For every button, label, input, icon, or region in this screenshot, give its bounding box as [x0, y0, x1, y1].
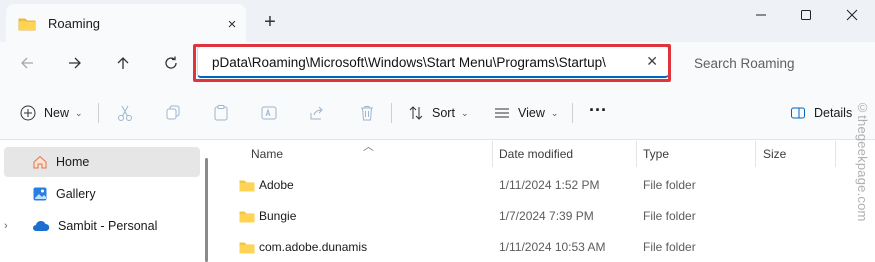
column-header-size[interactable]: Size — [763, 147, 786, 161]
up-button[interactable] — [109, 50, 137, 76]
delete-button[interactable] — [356, 102, 378, 124]
file-list: ︿ Name Date modified Type Size Adobe 1/1… — [213, 141, 875, 262]
close-icon — [846, 9, 858, 21]
back-button[interactable] — [13, 50, 41, 76]
minimize-button[interactable] — [738, 0, 784, 30]
command-bar: New ⌄ Sort ⌄ View ⌄ ··· Details — [0, 84, 875, 140]
arrow-up-icon — [117, 57, 129, 69]
table-row[interactable]: com.adobe.dunamis 1/11/2024 10:53 AM Fil… — [213, 232, 875, 262]
rename-icon — [261, 106, 277, 120]
column-divider[interactable] — [755, 141, 756, 167]
file-name: com.adobe.dunamis — [259, 240, 368, 254]
nav-item-label: Sambit - Personal — [58, 219, 158, 233]
nav-item-home[interactable]: Home — [4, 147, 200, 177]
sort-ascending-icon: ︿ — [363, 141, 374, 153]
sort-label: Sort — [432, 106, 455, 120]
column-divider[interactable] — [492, 141, 493, 167]
nav-item-gallery[interactable]: Gallery — [4, 179, 200, 209]
nav-item-onedrive[interactable]: › Sambit - Personal — [4, 211, 200, 241]
details-button[interactable]: Details — [790, 101, 852, 125]
tab-title: Roaming — [48, 16, 101, 31]
file-date: 1/7/2024 7:39 PM — [499, 209, 594, 223]
file-date: 1/11/2024 1:52 PM — [499, 178, 600, 192]
file-name: Bungie — [259, 209, 297, 223]
tab-close-icon[interactable]: × — [220, 12, 244, 36]
view-list-icon — [495, 108, 509, 118]
arrow-right-icon — [69, 57, 81, 69]
column-divider[interactable] — [835, 141, 836, 167]
search-input[interactable]: Search Roaming — [686, 50, 875, 78]
sort-button[interactable]: Sort ⌄ — [408, 101, 468, 125]
chevron-down-icon: ⌄ — [75, 107, 83, 118]
plus-circle-icon — [20, 105, 36, 121]
sort-icon — [409, 106, 423, 120]
folder-icon — [239, 241, 255, 257]
chevron-down-icon: ⌄ — [550, 107, 559, 118]
forward-button[interactable] — [61, 50, 89, 76]
tab-roaming[interactable]: Roaming × — [6, 4, 246, 42]
file-type: File folder — [643, 209, 696, 223]
nav-item-label: Gallery — [56, 187, 96, 201]
title-bar: Roaming × + — [0, 0, 875, 42]
refresh-button[interactable] — [157, 50, 185, 76]
more-options-button[interactable]: ··· — [589, 98, 607, 122]
rename-button[interactable] — [258, 102, 280, 124]
divider — [98, 103, 99, 123]
refresh-icon — [165, 56, 177, 69]
copy-icon — [166, 105, 180, 120]
new-button[interactable]: New ⌄ — [20, 101, 83, 125]
folder-icon — [239, 210, 255, 226]
cloud-icon — [33, 220, 50, 231]
column-header-type[interactable]: Type — [643, 147, 669, 161]
scissors-icon — [118, 105, 132, 121]
maximize-icon — [801, 10, 811, 20]
view-label: View — [518, 106, 545, 120]
nav-scrollbar[interactable] — [205, 158, 208, 262]
new-tab-button[interactable]: + — [258, 10, 282, 34]
folder-icon — [18, 17, 36, 34]
close-window-button[interactable] — [829, 0, 875, 30]
file-date: 1/11/2024 10:53 AM — [499, 240, 606, 254]
share-button[interactable] — [306, 102, 328, 124]
chevron-down-icon: ⌄ — [460, 107, 469, 118]
arrow-left-icon — [21, 57, 33, 69]
folder-icon — [239, 179, 255, 195]
column-divider[interactable] — [636, 141, 637, 167]
table-row[interactable]: Bungie 1/7/2024 7:39 PM File folder — [213, 201, 875, 232]
table-row[interactable]: Adobe 1/11/2024 1:52 PM File folder — [213, 170, 875, 201]
clipboard-icon — [214, 105, 228, 121]
column-header-name[interactable]: Name — [251, 147, 283, 161]
maximize-button[interactable] — [783, 0, 829, 30]
nav-item-label: Home — [56, 155, 90, 169]
column-header-date[interactable]: Date modified — [499, 147, 573, 161]
highlight-box — [193, 44, 671, 82]
new-label: New — [44, 106, 70, 120]
file-name: Adobe — [259, 178, 294, 192]
search-placeholder: Search Roaming — [694, 56, 795, 71]
copy-button[interactable] — [162, 102, 184, 124]
file-type: File folder — [643, 178, 696, 192]
share-icon — [310, 106, 323, 120]
trash-icon — [361, 106, 373, 121]
details-pane-icon — [791, 107, 805, 119]
divider — [391, 103, 392, 123]
paste-button[interactable] — [210, 102, 232, 124]
home-icon — [33, 155, 47, 169]
cut-button[interactable] — [114, 102, 136, 124]
view-button[interactable]: View ⌄ — [494, 101, 558, 125]
navigation-pane: Home Gallery › Sambit - Personal — [0, 141, 213, 262]
gallery-icon — [33, 187, 47, 201]
file-type: File folder — [643, 240, 696, 254]
watermark: ©thegeekpage.com — [855, 100, 870, 222]
chevron-right-icon[interactable]: › — [4, 220, 14, 232]
minimize-icon — [756, 14, 766, 16]
divider — [572, 103, 573, 123]
details-label: Details — [814, 106, 853, 120]
